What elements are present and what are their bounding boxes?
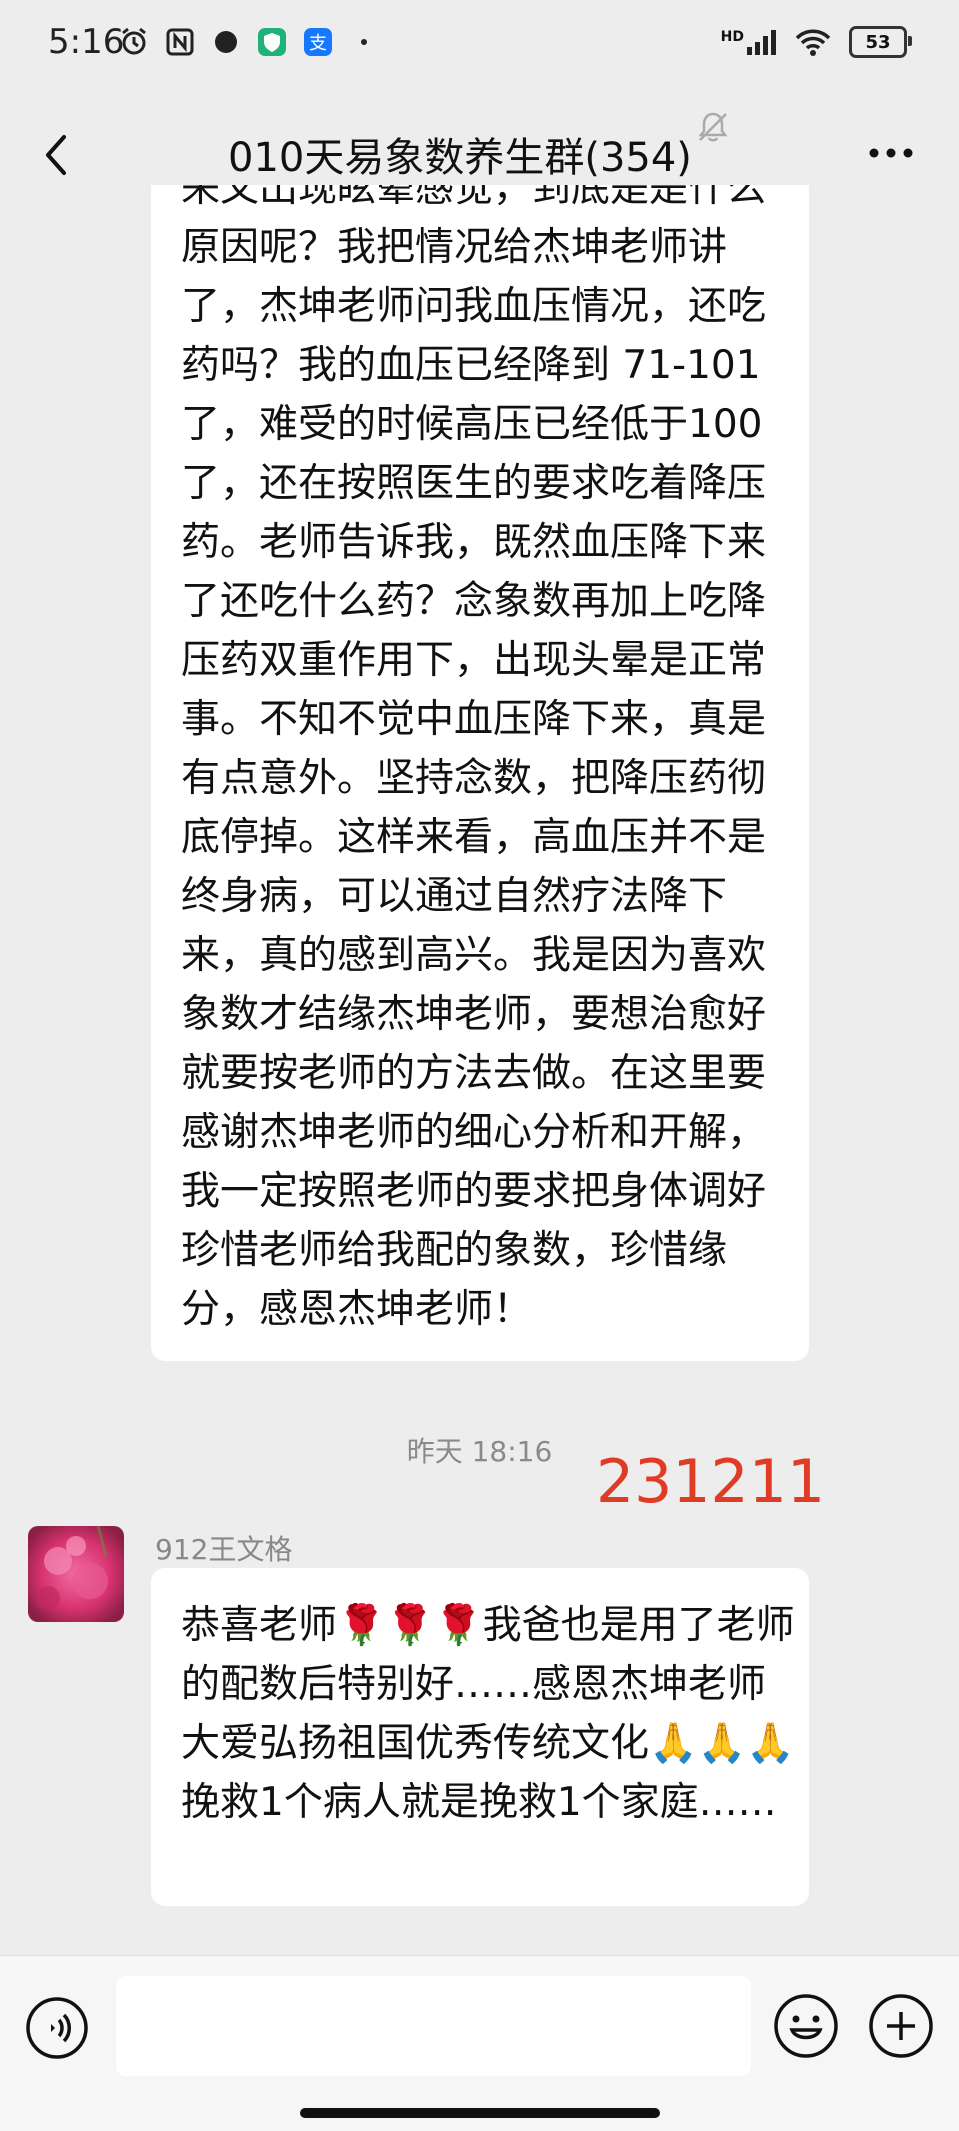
more-options-button[interactable] bbox=[866, 133, 916, 173]
status-bar: 5:16 支 HD 53 bbox=[0, 0, 959, 95]
back-button[interactable] bbox=[34, 125, 84, 185]
chat-title: 010天易象数养生群(354) bbox=[228, 135, 692, 181]
sender-name: 912王文格 bbox=[155, 1533, 293, 1566]
ellipsis-icon bbox=[869, 148, 913, 158]
sender-avatar[interactable] bbox=[28, 1526, 124, 1622]
home-indicator[interactable] bbox=[300, 2108, 660, 2118]
voice-icon bbox=[26, 1997, 88, 2059]
chevron-left-icon bbox=[46, 135, 66, 175]
plus-icon bbox=[869, 1994, 933, 2058]
message-bubble[interactable]: 来又出现眩晕感觉，到底是是什么原因呢？我把情况给杰坤老师讲了，杰坤老师问我血压情… bbox=[151, 185, 809, 1361]
app-dot-icon bbox=[210, 26, 242, 58]
nfc-icon bbox=[164, 26, 196, 58]
message-text: 来又出现眩晕感觉，到底是是什么原因呢？我把情况给杰坤老师讲了，杰坤老师问我血压情… bbox=[181, 185, 767, 1332]
emoji-icon bbox=[774, 1994, 838, 2058]
status-notification-icons: 支 bbox=[118, 26, 380, 58]
muted-bell-icon bbox=[696, 110, 730, 144]
message-input[interactable] bbox=[116, 1976, 751, 2076]
network-type-label: HD bbox=[720, 29, 744, 45]
voice-input-button[interactable] bbox=[25, 1996, 89, 2060]
emoji-button[interactable] bbox=[772, 1992, 840, 2060]
chat-input-bar bbox=[0, 1955, 959, 2131]
battery-indicator: 53 bbox=[849, 26, 912, 58]
alarm-icon bbox=[118, 26, 150, 58]
more-actions-button[interactable] bbox=[867, 1992, 935, 2060]
svg-text:支: 支 bbox=[309, 33, 327, 54]
alipay-icon: 支 bbox=[302, 26, 334, 58]
chat-message-list[interactable]: 来又出现眩晕感觉，到底是是什么原因呢？我把情况给杰坤老师讲了，杰坤老师问我血压情… bbox=[0, 185, 959, 1955]
wifi-icon bbox=[795, 28, 831, 56]
shield-app-icon bbox=[256, 26, 288, 58]
overlay-red-number: 231211 bbox=[596, 1447, 826, 1517]
more-notifications-dot-icon bbox=[348, 26, 380, 58]
message-text: 恭喜老师🌹🌹🌹我爸也是用了老师的配数后特别好……感恩杰坤老师大爱弘扬祖国优秀传统… bbox=[181, 1603, 795, 1825]
status-system-icons: HD 53 bbox=[721, 26, 912, 58]
message-bubble[interactable]: 恭喜老师🌹🌹🌹我爸也是用了老师的配数后特别好……感恩杰坤老师大爱弘扬祖国优秀传统… bbox=[151, 1568, 809, 1906]
status-time: 5:16 bbox=[48, 22, 125, 62]
signal-icon: HD bbox=[721, 29, 777, 55]
